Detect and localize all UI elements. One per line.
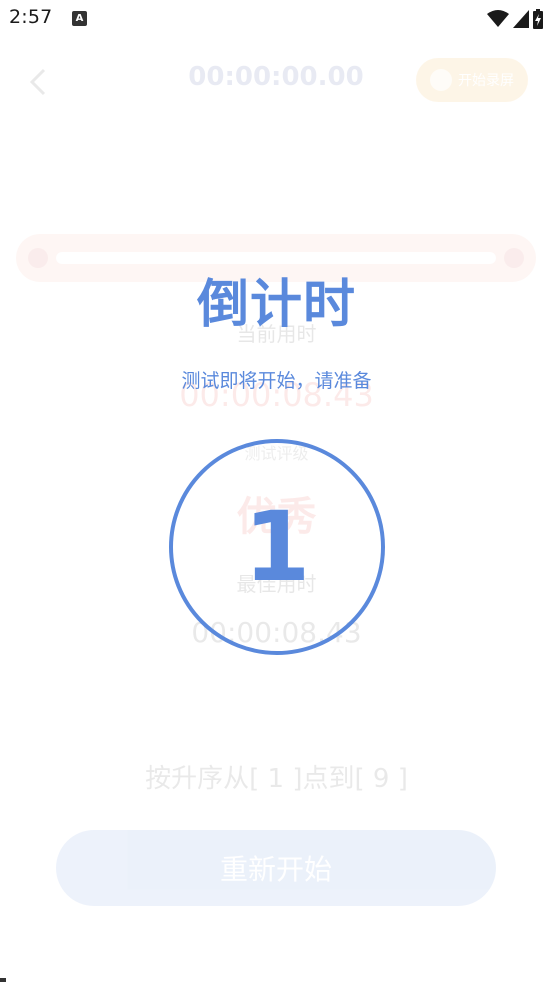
system-icons xyxy=(487,8,543,30)
record-button[interactable]: 开始录屏 xyxy=(416,58,528,102)
restart-button[interactable]: 重新开始 xyxy=(56,830,496,906)
record-icon xyxy=(430,69,452,91)
countdown-subtitle: 测试即将开始，请准备 xyxy=(181,370,372,392)
restart-button-label: 重新开始 xyxy=(219,853,332,886)
countdown-ring: 1 xyxy=(169,439,385,655)
wifi-icon xyxy=(487,10,509,27)
countdown-title: 倒计时 xyxy=(196,275,356,335)
status-time: 2:57 xyxy=(9,6,53,28)
a-notification-icon: A xyxy=(72,11,87,26)
chevron-left-icon[interactable] xyxy=(24,62,54,102)
countdown-number: 1 xyxy=(243,491,311,603)
instruction-text: 按升序从[ 1 ]点到[ 9 ] xyxy=(145,764,408,794)
record-button-label: 开始录屏 xyxy=(458,73,514,89)
corner-mark xyxy=(0,978,6,982)
header-timer: 00:00:00.00 xyxy=(188,62,364,92)
signal-icon xyxy=(513,10,529,28)
battery-charging-icon xyxy=(533,9,543,29)
status-bar: 2:57 A xyxy=(0,0,553,38)
